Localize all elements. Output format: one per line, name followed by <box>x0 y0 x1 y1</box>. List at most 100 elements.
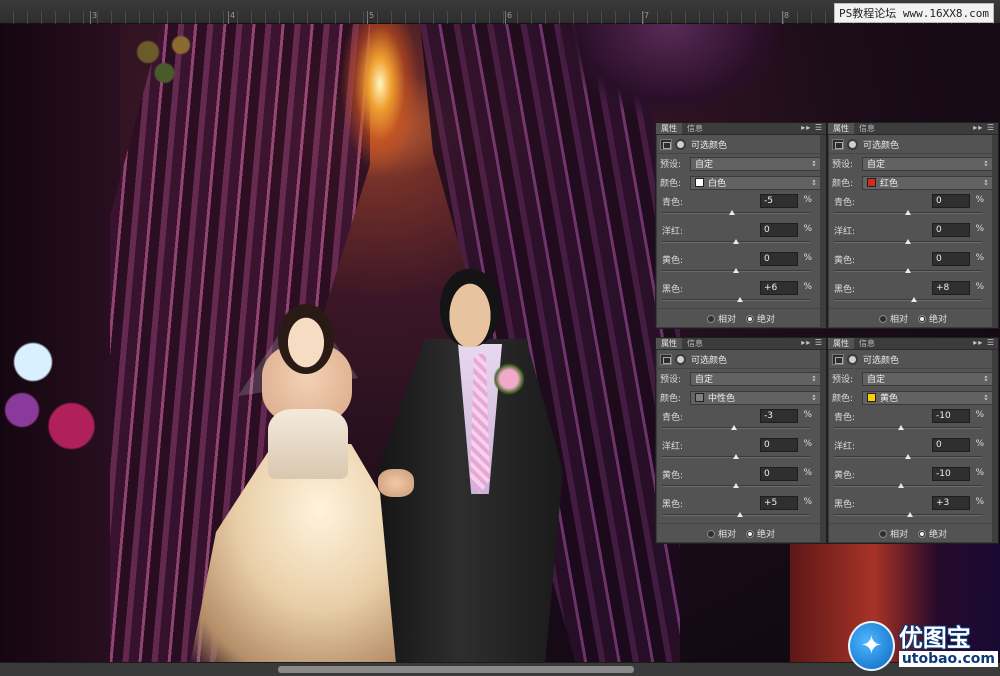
mask-icon[interactable] <box>675 353 686 365</box>
slider-thumb[interactable] <box>733 268 739 273</box>
slider-thumb[interactable] <box>897 425 904 430</box>
radio-button-icon[interactable] <box>746 529 754 538</box>
slider-track[interactable] <box>834 427 982 429</box>
tab-properties[interactable]: 属性 <box>656 338 682 349</box>
panel-tab-bar: 属性 信息 ▸▸ ☰ <box>828 123 998 135</box>
slider-track[interactable] <box>662 299 810 301</box>
tab-properties[interactable]: 属性 <box>828 338 854 349</box>
mask-icon[interactable] <box>675 138 686 150</box>
slider-thumb[interactable] <box>733 454 739 459</box>
radio-button-icon[interactable] <box>706 314 715 323</box>
slider-value-input[interactable]: +5 <box>760 496 798 510</box>
slider-value-input[interactable]: 0 <box>932 223 970 237</box>
radio-relative[interactable]: 相对 <box>706 312 736 325</box>
photo-bride-bodice <box>268 409 348 479</box>
slider-value-input[interactable]: -10 <box>932 467 970 481</box>
radio-button-icon[interactable] <box>878 529 887 538</box>
slider-thumb[interactable] <box>905 268 911 273</box>
slider-thumb[interactable] <box>733 239 739 244</box>
photo-side-flowers <box>0 314 110 474</box>
slider-label: 洋红: <box>834 442 856 452</box>
tab-info[interactable]: 信息 <box>682 123 708 134</box>
radio-button-icon[interactable] <box>706 529 715 538</box>
percent-sign: % <box>975 468 984 478</box>
slider-thumb[interactable] <box>730 425 737 430</box>
slider-thumb[interactable] <box>907 512 914 517</box>
mask-icon[interactable] <box>847 353 858 365</box>
slider-track[interactable] <box>662 212 810 214</box>
slider-value-input[interactable]: 0 <box>760 223 798 237</box>
slider-value-input[interactable]: -3 <box>760 409 798 423</box>
panel-menu-icon[interactable]: ▸▸ ☰ <box>973 123 995 132</box>
scrollbar-thumb[interactable] <box>278 666 634 673</box>
radio-button-icon[interactable] <box>918 314 926 323</box>
photo-bride-head <box>278 304 334 374</box>
radio-absolute[interactable]: 绝对 <box>746 527 775 540</box>
slider-thumb[interactable] <box>905 239 911 244</box>
radio-button-icon[interactable] <box>878 314 887 323</box>
color-slider-row: 黄色: 0 % <box>656 465 826 494</box>
colors-select[interactable]: 黄色 ↕ <box>862 390 993 405</box>
tab-info[interactable]: 信息 <box>854 123 880 134</box>
panel-header: 可选颜色 <box>828 135 998 154</box>
slider-value-input[interactable]: +6 <box>760 281 798 295</box>
panel-scrollbar[interactable] <box>820 350 826 543</box>
slider-track[interactable] <box>834 485 982 487</box>
mask-icon[interactable] <box>847 138 858 150</box>
slider-value-input[interactable]: 0 <box>932 252 970 266</box>
color-slider-row: 青色: 0 % <box>828 192 998 221</box>
slider-value-input[interactable]: +3 <box>932 496 970 510</box>
radio-relative[interactable]: 相对 <box>878 312 908 325</box>
tab-properties[interactable]: 属性 <box>828 123 854 134</box>
preset-select[interactable]: 自定 ↕ <box>690 156 821 171</box>
slider-value-input[interactable]: 0 <box>760 438 798 452</box>
slider-value-input[interactable]: -5 <box>760 194 798 208</box>
ruler-major-tick <box>367 11 368 24</box>
radio-relative[interactable]: 相对 <box>706 527 736 540</box>
radio-absolute-label: 绝对 <box>929 530 948 540</box>
radio-button-icon[interactable] <box>746 314 754 323</box>
slider-thumb[interactable] <box>905 210 911 215</box>
preset-select[interactable]: 自定 ↕ <box>862 371 993 386</box>
slider-thumb[interactable] <box>737 297 744 302</box>
slider-thumb[interactable] <box>905 454 911 459</box>
preset-select[interactable]: 自定 ↕ <box>690 371 821 386</box>
colors-select[interactable]: 白色 ↕ <box>690 175 821 190</box>
slider-thumb[interactable] <box>733 483 739 488</box>
slider-thumb[interactable] <box>736 512 743 517</box>
slider-value-input[interactable]: 0 <box>932 438 970 452</box>
slider-value-input[interactable]: -10 <box>932 409 970 423</box>
tab-info[interactable]: 信息 <box>682 338 708 349</box>
slider-value-input[interactable]: 0 <box>932 194 970 208</box>
colors-select[interactable]: 红色 ↕ <box>862 175 993 190</box>
radio-absolute[interactable]: 绝对 <box>918 527 947 540</box>
panel-menu-icon[interactable]: ▸▸ ☰ <box>973 338 995 347</box>
percent-sign: % <box>975 195 984 205</box>
slider-track[interactable] <box>834 299 982 301</box>
radio-absolute[interactable]: 绝对 <box>918 312 947 325</box>
slider-thumb[interactable] <box>729 210 736 215</box>
colors-row: 颜色: 黄色 ↕ <box>828 388 998 407</box>
slider-label: 洋红: <box>662 227 684 237</box>
logo-text: 优图宝 utobao.com <box>898 625 998 667</box>
preset-select[interactable]: 自定 ↕ <box>862 156 993 171</box>
slider-thumb[interactable] <box>897 483 904 488</box>
panel-scrollbar[interactable] <box>820 135 826 328</box>
panel-scrollbar[interactable] <box>992 350 998 543</box>
panel-scrollbar[interactable] <box>992 135 998 328</box>
radio-button-icon[interactable] <box>918 529 926 538</box>
tab-info[interactable]: 信息 <box>854 338 880 349</box>
slider-value-input[interactable]: 0 <box>760 467 798 481</box>
panel-menu-icon[interactable]: ▸▸ ☰ <box>801 338 823 347</box>
percent-sign: % <box>803 195 812 205</box>
slider-value-input[interactable]: 0 <box>760 252 798 266</box>
panel-menu-icon[interactable]: ▸▸ ☰ <box>801 123 823 132</box>
radio-absolute[interactable]: 绝对 <box>746 312 775 325</box>
colors-select[interactable]: 中性色 ↕ <box>690 390 821 405</box>
properties-panel: 属性 信息 ▸▸ ☰ 可选颜色 预设: 自定 ↕ 颜色: 白色 ↕ 青色: -5… <box>655 122 827 329</box>
slider-value-input[interactable]: +8 <box>932 281 970 295</box>
adjustment-layer-icon <box>832 138 844 150</box>
tab-properties[interactable]: 属性 <box>656 123 682 134</box>
radio-relative[interactable]: 相对 <box>878 527 908 540</box>
slider-thumb[interactable] <box>910 297 917 302</box>
